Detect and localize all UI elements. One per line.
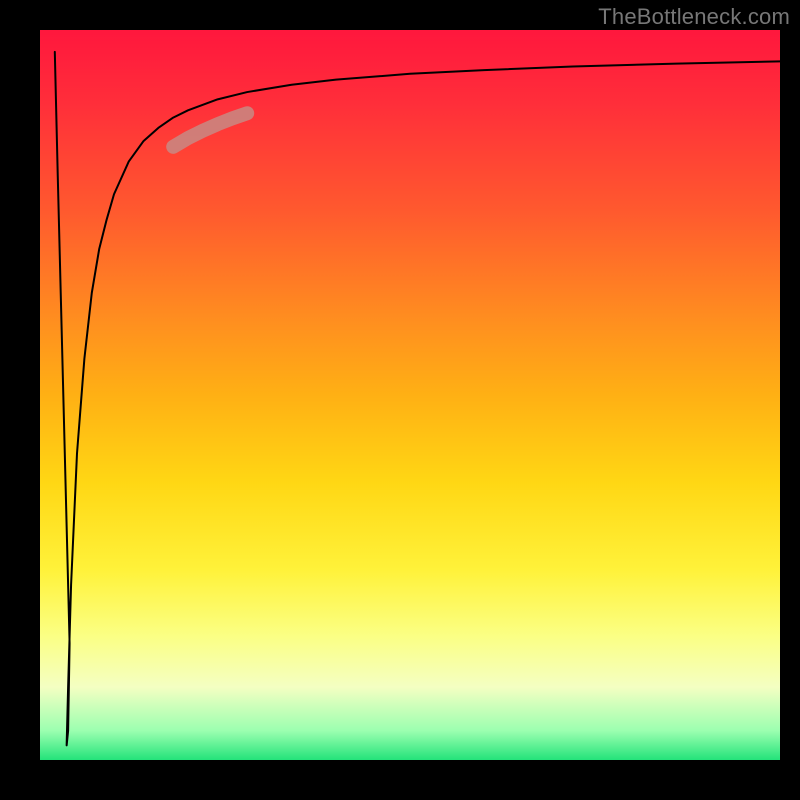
curve-layer: [40, 30, 780, 760]
chart-frame: TheBottleneck.com: [0, 0, 800, 800]
bottleneck-curve: [55, 52, 780, 746]
y-axis-gutter: [0, 0, 40, 800]
highlight-segment: [173, 113, 247, 147]
attribution-label: TheBottleneck.com: [598, 4, 790, 30]
x-axis-gutter: [0, 760, 800, 800]
